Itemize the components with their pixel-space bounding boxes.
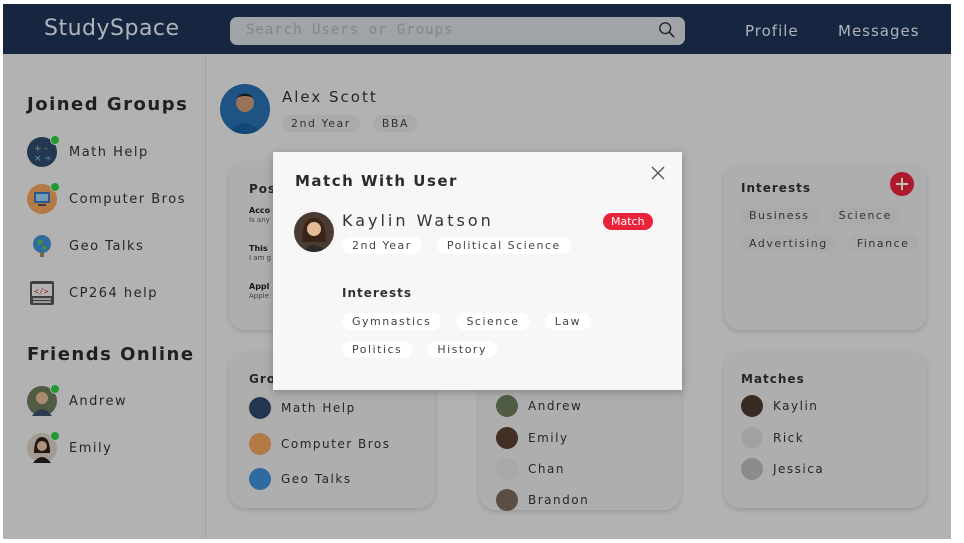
- match-modal: Match With User Kaylin Watson 2nd Year P…: [273, 152, 682, 390]
- modal-interests-title: Interests: [342, 286, 412, 300]
- modal-title: Match With User: [295, 172, 458, 190]
- interest-tag: Politics: [342, 341, 413, 358]
- app-window: StudySpace Profile Messages Joined Group…: [3, 4, 951, 539]
- interest-tag: Science: [456, 313, 530, 330]
- match-user-avatar: [294, 212, 334, 252]
- match-button[interactable]: Match: [603, 213, 653, 230]
- interest-tag: Law: [544, 313, 592, 330]
- match-user-program-tag: Political Science: [436, 237, 571, 254]
- close-icon[interactable]: [650, 165, 666, 181]
- modal-interest-tags: Gymnastics Science Law Politics History: [342, 310, 602, 366]
- match-user-name: Kaylin Watson: [342, 211, 494, 230]
- interest-tag: Gymnastics: [342, 313, 442, 330]
- match-user-tags: 2nd Year Political Science: [342, 234, 581, 254]
- interest-tag: History: [427, 341, 497, 358]
- match-user-year-tag: 2nd Year: [342, 237, 422, 254]
